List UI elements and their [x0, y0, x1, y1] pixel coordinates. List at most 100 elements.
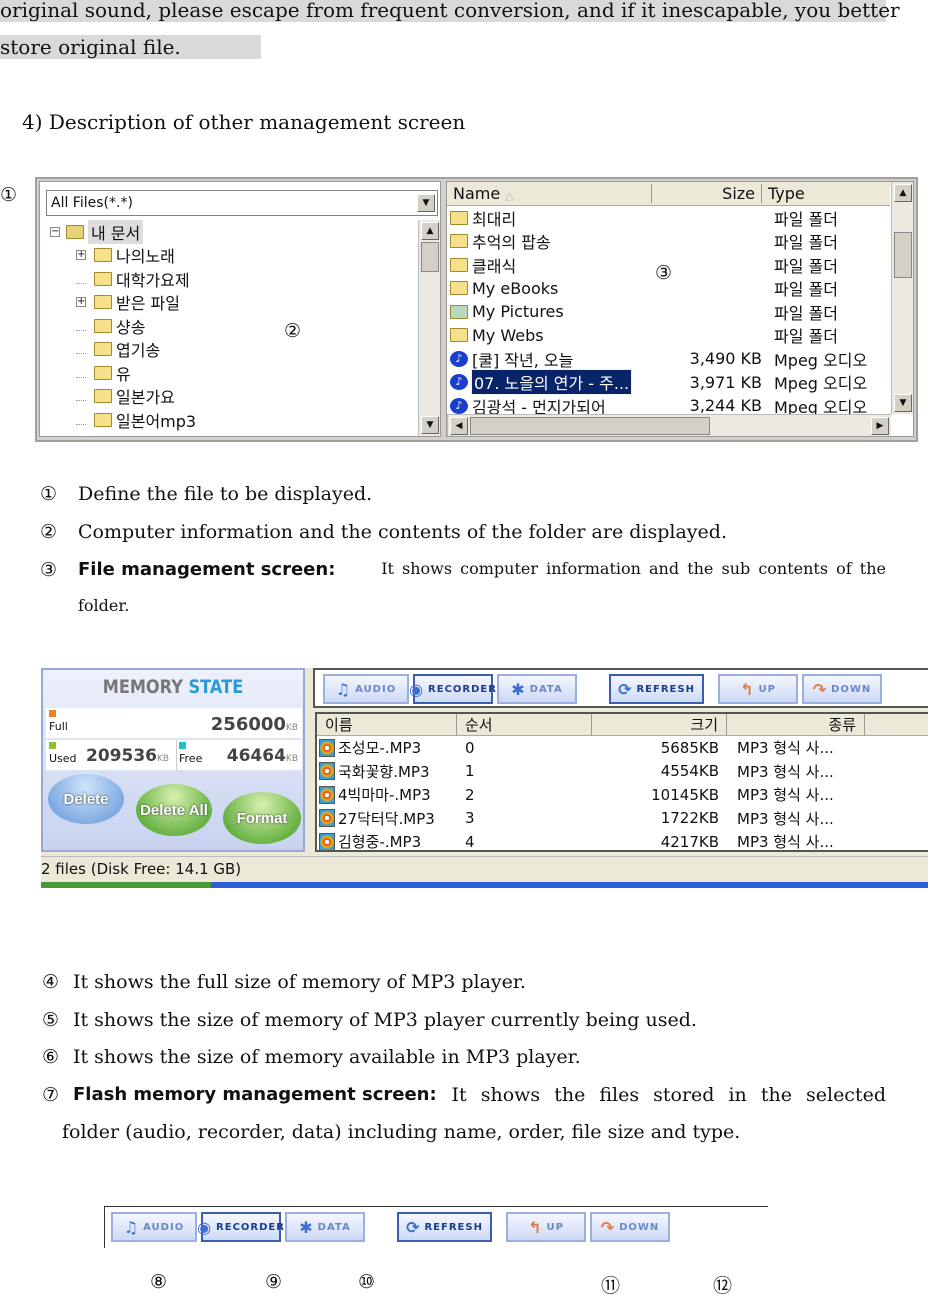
file-type: MP3 형식 사...	[737, 762, 834, 781]
tree-root[interactable]: − 내 문서	[46, 220, 418, 244]
expand-icon[interactable]: +	[76, 250, 86, 261]
refresh-button[interactable]: ⟳ REFRESH	[609, 674, 704, 704]
tree-item[interactable]: 일본가요	[46, 385, 418, 409]
description-bold: File management screen:	[78, 559, 336, 580]
up-button[interactable]: ↰ UP	[506, 1212, 586, 1242]
refresh-icon: ⟳	[406, 1217, 421, 1237]
scroll-up-icon[interactable]: ▲	[421, 222, 439, 240]
file-name: 조성모-.MP3	[338, 739, 422, 758]
scroll-up-icon[interactable]: ▲	[894, 184, 912, 202]
tree-item[interactable]: 대학가요제	[46, 267, 418, 291]
tree-item-label: 받은 파일	[116, 294, 180, 314]
file-row[interactable]: My Pictures 파일 폴더	[447, 300, 890, 324]
file-type: Mpeg 오디오	[774, 374, 868, 394]
scroll-down-icon[interactable]: ▼	[894, 394, 912, 412]
chevron-down-icon[interactable]: ▼	[417, 194, 435, 212]
column-name[interactable]: Name △	[447, 184, 652, 203]
file-list-vscrollbar[interactable]: ▲ ▼	[891, 182, 913, 414]
file-list-hscrollbar[interactable]: ◀ ▶	[447, 414, 891, 436]
description-number: ⑦	[42, 1084, 60, 1106]
description-body: It shows the files stored in the selecte…	[451, 1084, 886, 1106]
format-button[interactable]: Format	[223, 792, 301, 844]
recorder-button[interactable]: ◉ RECORDER	[197, 1212, 284, 1242]
tree-item[interactable]: 엽기송	[46, 338, 418, 362]
description-body: It shows the full size of memory of MP3 …	[73, 971, 526, 993]
description-number: ④	[42, 971, 60, 993]
description-bold: Flash memory management screen:	[73, 1084, 437, 1105]
file-row[interactable]: 추억의 팝송 파일 폴더	[447, 230, 890, 254]
audio-button-label: AUDIO	[143, 1221, 185, 1233]
flash-file-row[interactable]: 4빅마마-.MP3 2 10145KB MP3 형식 사...	[317, 783, 928, 807]
expand-icon[interactable]: +	[76, 297, 86, 308]
refresh-button[interactable]: ⟳ REFRESH	[397, 1212, 492, 1242]
full-label: Full	[49, 720, 68, 733]
description-continuation: folder.	[78, 596, 130, 615]
tree-connector	[76, 391, 86, 402]
flash-file-row[interactable]: 김형중-.MP3 4 4217KB MP3 형식 사...	[317, 830, 928, 852]
flash-file-row[interactable]: 국화꽃향.MP3 1 4554KB MP3 형식 사...	[317, 760, 928, 784]
scroll-thumb[interactable]	[421, 242, 439, 272]
description-text: Flash memory management screen: It shows …	[73, 1084, 886, 1106]
tree-item[interactable]: 유	[46, 361, 418, 385]
tree-item[interactable]: + 받은 파일	[46, 291, 418, 315]
memory-state-title: MEMORY STATE	[63, 676, 284, 698]
down-button[interactable]: ↷ DOWN	[802, 674, 882, 704]
audio-button[interactable]: ♫ AUDIO	[323, 674, 409, 704]
tree-scrollbar[interactable]: ▲ ▼	[418, 220, 440, 436]
tree-connector	[76, 415, 86, 425]
delete-all-button[interactable]: Delete All	[136, 784, 212, 836]
record-icon: ◉	[409, 679, 425, 699]
audio-button[interactable]: ♫ AUDIO	[111, 1212, 197, 1242]
column-type[interactable]: 종류	[727, 714, 865, 735]
tree-item-label: 일본가요	[116, 388, 175, 408]
file-name: My eBooks	[472, 278, 559, 298]
data-button[interactable]: ✱ DATA	[285, 1212, 365, 1242]
tree-root-label: 내 문서	[88, 220, 144, 244]
column-order[interactable]: 순서	[457, 714, 592, 735]
flash-file-row[interactable]: 27닥터닥.MP3 3 1722KB MP3 형식 사...	[317, 807, 928, 831]
tree-item[interactable]: 최대리	[46, 432, 418, 436]
scroll-down-icon[interactable]: ▼	[421, 416, 439, 434]
file-type: 파일 폴더	[774, 209, 838, 229]
file-row[interactable]: ♪ [쿨] 작년, 오늘 3,490 KB Mpeg 오디오	[447, 347, 890, 371]
description-text: It shows the full size of memory of MP3 …	[73, 971, 886, 993]
recorder-button-label: RECORDER	[216, 1221, 285, 1233]
file-filter-select[interactable]: All Files(*.*) ▼	[46, 190, 438, 216]
file-type: Mpeg 오디오	[774, 350, 868, 370]
scroll-left-icon[interactable]: ◀	[450, 417, 468, 435]
column-type[interactable]: Type	[762, 184, 805, 203]
data-button-label: DATA	[317, 1221, 351, 1233]
file-type: MP3 형식 사...	[737, 809, 834, 828]
full-value: 256000	[210, 714, 286, 735]
down-button[interactable]: ↷ DOWN	[590, 1212, 670, 1242]
file-type: MP3 형식 사...	[737, 833, 834, 852]
delete-button[interactable]: Delete	[48, 774, 124, 824]
file-row[interactable]: 최대리 파일 폴더	[447, 206, 890, 230]
column-size[interactable]: 크기	[592, 714, 727, 735]
audio-file-icon: ♪	[450, 350, 468, 367]
tree-item[interactable]: 일본어mp3	[46, 408, 418, 432]
tree-item[interactable]: 샹송	[46, 314, 418, 338]
folder-icon	[94, 412, 112, 427]
section-title: 4) Description of other management scree…	[22, 110, 466, 134]
data-button[interactable]: ✱ DATA	[497, 674, 577, 704]
memory-state-panel: MEMORY STATE Full 256000KB Used 209536KB…	[41, 668, 305, 852]
file-row[interactable]: ♪ 07. 노을의 연가 - 주... 3,971 KB Mpeg 오디오	[447, 369, 890, 396]
up-button[interactable]: ↰ UP	[718, 674, 798, 704]
flash-file-row[interactable]: 조성모-.MP3 0 5685KB MP3 형식 사...	[317, 736, 928, 760]
recorder-button-label: RECORDER	[428, 683, 497, 695]
column-size[interactable]: Size	[652, 184, 762, 203]
marker-2: ②	[284, 320, 302, 342]
tree-item[interactable]: + 나의노래	[46, 244, 418, 268]
up-button-label: UP	[758, 683, 776, 695]
scroll-right-icon[interactable]: ▶	[871, 417, 889, 435]
recorder-button[interactable]: ◉ RECORDER	[409, 674, 496, 704]
file-row[interactable]: My Webs 파일 폴더	[447, 324, 890, 348]
description-number: ⑤	[42, 1009, 60, 1031]
scroll-thumb[interactable]	[470, 417, 710, 435]
description-body: It shows computer information and the su…	[381, 559, 886, 578]
scroll-thumb[interactable]	[894, 232, 912, 278]
collapse-icon[interactable]: −	[50, 226, 60, 237]
flash-manager-window: MEMORY STATE Full 256000KB Used 209536KB…	[41, 668, 928, 888]
column-name[interactable]: 이름	[317, 714, 457, 735]
